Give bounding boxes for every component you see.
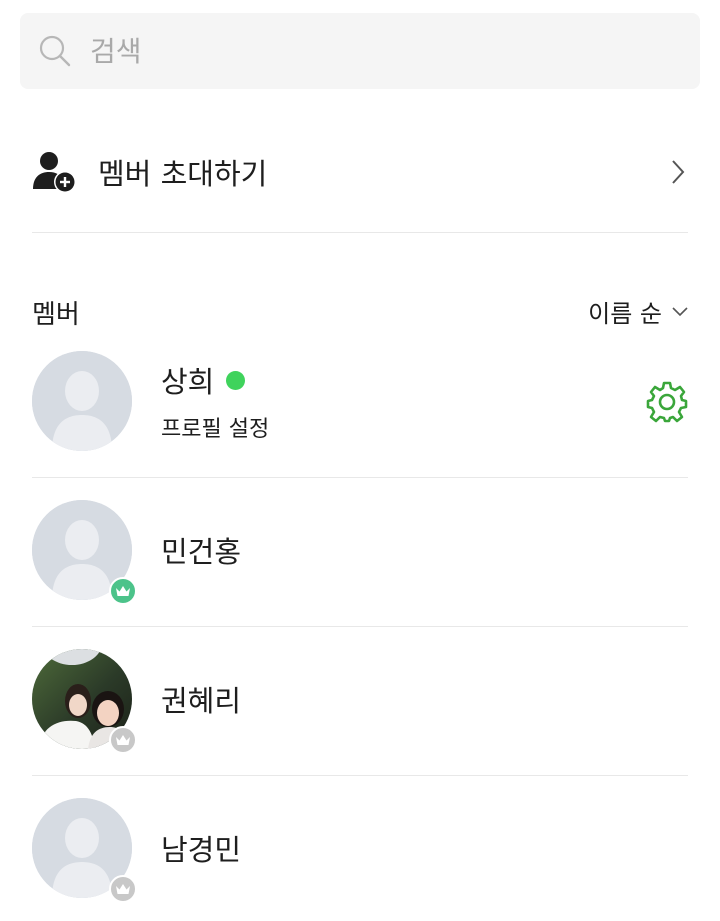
profile-settings-label[interactable]: 프로필 설정 <box>161 411 269 443</box>
search-input[interactable] <box>90 34 650 68</box>
gear-icon[interactable] <box>646 381 688 423</box>
member-row[interactable]: 민건홍 <box>32 500 688 605</box>
divider <box>32 232 688 233</box>
default-avatar-icon <box>32 351 132 451</box>
member-name: 상희 <box>161 365 215 399</box>
divider <box>32 775 688 776</box>
avatar[interactable] <box>32 649 137 754</box>
avatar[interactable] <box>32 351 132 451</box>
chevron-right-icon <box>672 160 685 184</box>
search-bar[interactable] <box>20 13 700 89</box>
invite-member-row[interactable]: 멤버 초대하기 <box>32 134 688 210</box>
member-row[interactable]: 상희 프로필 설정 <box>32 351 688 451</box>
avatar[interactable] <box>32 798 137 903</box>
member-row[interactable]: 권혜리 <box>32 649 688 754</box>
member-crown-icon <box>109 726 137 754</box>
chevron-down-icon <box>672 306 688 316</box>
divider <box>32 626 688 627</box>
avatar[interactable] <box>32 500 137 605</box>
member-crown-icon <box>109 875 137 903</box>
member-name: 권혜리 <box>161 684 242 718</box>
member-row[interactable]: 남경민 <box>32 798 688 903</box>
member-name: 남경민 <box>161 833 242 867</box>
invite-member-label: 멤버 초대하기 <box>98 157 268 191</box>
online-status-indicator <box>226 370 246 390</box>
sort-dropdown[interactable]: 이름 순 <box>588 294 688 329</box>
leader-crown-icon <box>109 577 137 605</box>
search-icon <box>39 35 71 67</box>
add-user-icon <box>33 152 76 193</box>
sort-label: 이름 순 <box>588 300 662 328</box>
divider <box>32 477 688 478</box>
member-name: 민건홍 <box>161 535 242 569</box>
members-section-title: 멤버 <box>32 300 80 330</box>
